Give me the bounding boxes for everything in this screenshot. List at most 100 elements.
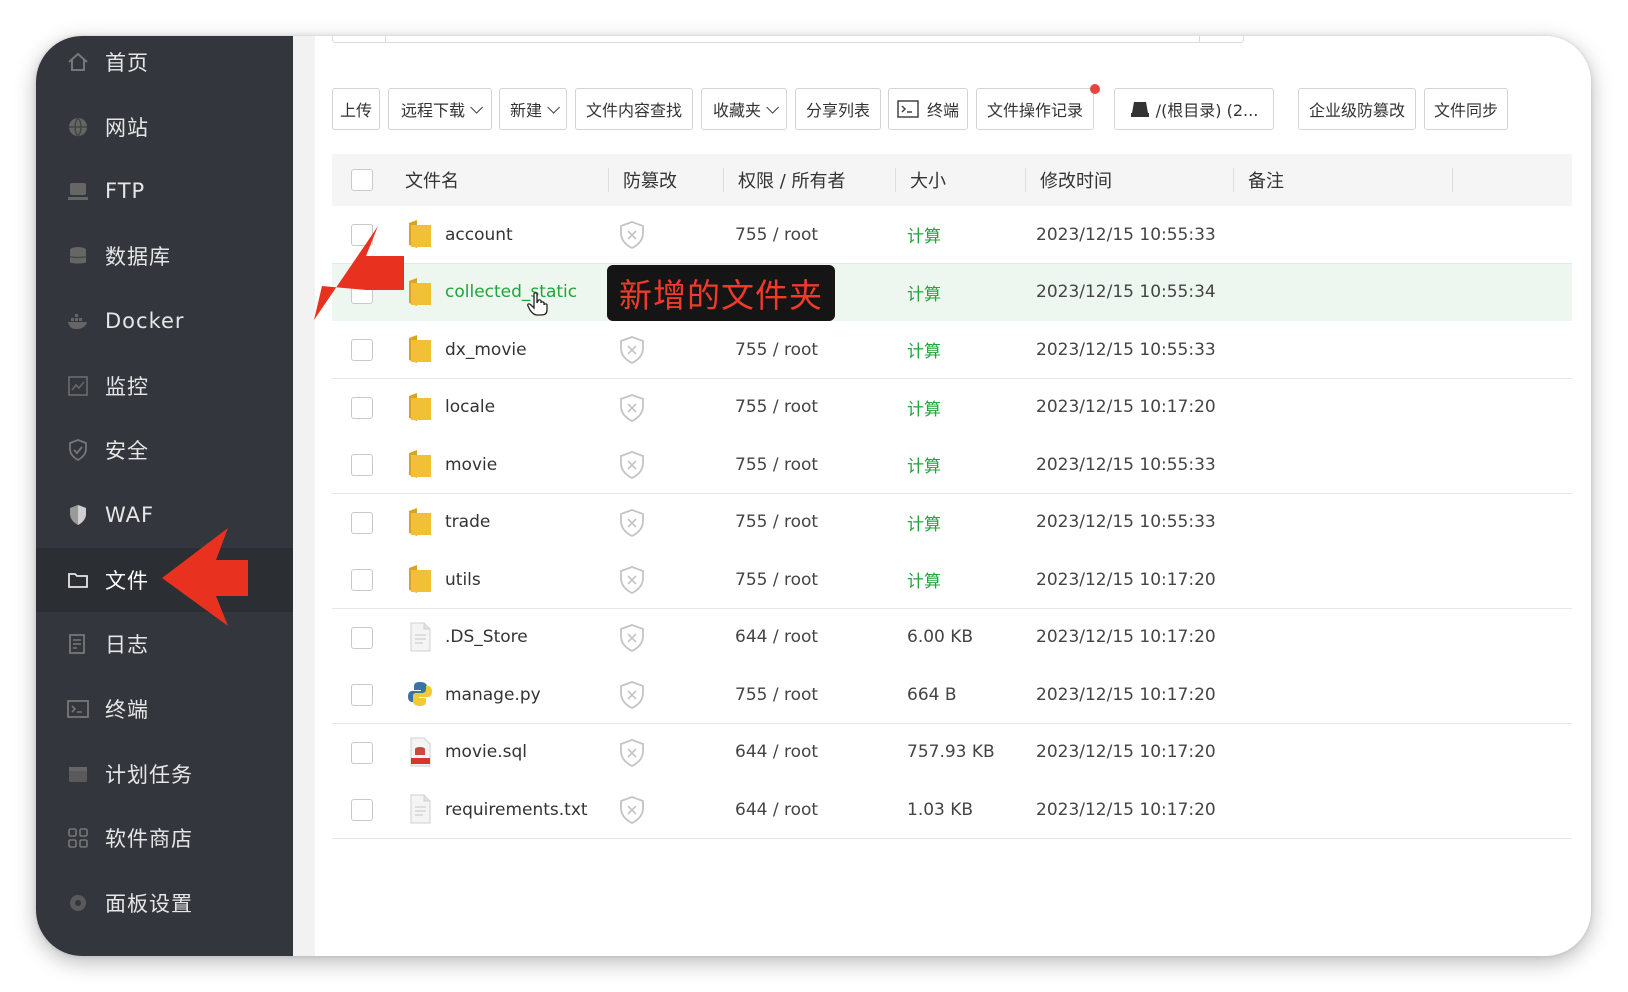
file-permission[interactable]: 755 / root [735,551,818,608]
file-name[interactable]: requirements.txt [445,781,588,838]
file-name[interactable]: locale [445,379,495,436]
sync-button[interactable]: 文件同步 [1424,88,1508,130]
file-name[interactable]: utils [445,551,481,608]
file-size[interactable]: 计算 [907,264,941,321]
file-size: 757.93 KB [907,742,995,762]
header-divider [895,168,896,192]
file-name[interactable]: dx_movie [445,321,527,378]
upload-button[interactable]: 上传 [332,88,380,130]
row-checkbox[interactable] [351,454,373,476]
file-permission[interactable]: 644 / root [735,724,818,781]
file-name[interactable]: movie.sql [445,724,527,781]
sidebar-gutter [293,36,315,956]
table-row[interactable]: movie 755 / root 计算 2023/12/15 10:55:33 [332,436,1572,494]
file-name[interactable]: trade [445,494,490,551]
sidebar-item-1[interactable]: 网站 [36,95,293,159]
terminal-icon [65,696,91,722]
sync-label: 文件同步 [1433,101,1498,120]
toolbar: 上传 远程下载 新建 文件内容查找 收藏夹 分享列表 终端 文件操作记录 /(根… [315,84,1591,132]
file-permission[interactable]: 755 / root [735,379,818,436]
sidebar-item-12[interactable]: 软件商店 [36,806,293,870]
remote-download-button[interactable]: 远程下载 [388,88,492,130]
header-name[interactable]: 文件名 [405,154,459,206]
row-checkbox[interactable] [351,626,373,649]
sidebar-item-2[interactable]: FTP [36,159,293,223]
op-log-button[interactable]: 文件操作记录 [976,88,1094,130]
file-permission[interactable]: 755 / root [735,321,818,378]
share-list-button[interactable]: 分享列表 [795,88,881,130]
table-row[interactable]: collected_static 计算 2023/12/15 10:55:34 [332,263,1572,322]
table-row[interactable]: account 755 / root 计算 2023/12/15 10:55:33 [332,206,1572,264]
file-size[interactable]: 计算 [907,321,941,378]
favorites-button[interactable]: 收藏夹 [701,88,787,130]
row-checkbox[interactable] [351,741,373,764]
file-size[interactable]: 计算 [907,206,941,263]
row-checkbox[interactable] [351,396,373,419]
waf-shield-icon [65,502,91,528]
sidebar-item-3[interactable]: 数据库 [36,224,293,288]
tamper-button[interactable]: 企业级防篡改 [1298,88,1416,130]
table-row[interactable]: trade 755 / root 计算 2023/12/15 10:55:33 [332,493,1572,552]
table-row[interactable]: .DS_Store 644 / root 6.00 KB 2023/12/15 10:… [332,608,1572,667]
file-name[interactable]: .DS_Store [445,609,528,666]
sidebar-item-4[interactable]: Docker [36,289,293,353]
file-name[interactable]: account [445,206,513,263]
remote-download-label: 远程下载 [400,101,465,120]
sidebar-item-13[interactable]: 面板设置 [36,871,293,935]
folder-icon [65,567,91,593]
sidebar-item-label: WAF [105,502,155,527]
file-permission[interactable]: 755 / root [735,494,818,551]
file-size[interactable]: 计算 [907,436,941,493]
file-permission[interactable]: 644 / root [735,781,818,838]
disk-button[interactable]: /(根目录) (2... [1114,88,1274,130]
file-name[interactable]: manage.py [445,666,541,723]
header-mtime[interactable]: 修改时间 [1040,154,1112,206]
file-size[interactable]: 计算 [907,379,941,436]
sidebar-item-label: 文件 [105,568,149,593]
table-row[interactable]: utils 755 / root 计算 2023/12/15 10:17:20 [332,551,1572,609]
terminal-button[interactable]: 终端 [888,88,968,130]
file-size[interactable]: 计算 [907,551,941,608]
sidebar-item-0[interactable]: 首页 [36,36,293,94]
row-checkbox[interactable] [351,569,373,591]
header-divider [1025,168,1026,192]
file-name[interactable]: movie [445,436,497,493]
file-mtime: 2023/12/15 10:17:20 [1036,799,1216,820]
content-search-button[interactable]: 文件内容查找 [575,88,693,130]
file-permission[interactable]: 755 / root [735,666,818,723]
path-bar[interactable] [332,36,1244,43]
header-size[interactable]: 大小 [910,154,946,206]
file-mtime: 2023/12/15 10:55:33 [1036,339,1216,360]
chevron-down-icon [547,100,560,114]
settings-icon [65,890,91,916]
sidebar-item-6[interactable]: 安全 [36,418,293,482]
file-permission[interactable]: 644 / root [735,609,818,666]
table-row[interactable]: manage.py 755 / root 664 B 2023/12/15 10:17… [332,666,1572,724]
row-checkbox[interactable] [351,339,373,361]
row-checkbox[interactable] [351,511,373,534]
file-mtime: 2023/12/15 10:55:33 [1036,224,1216,245]
file-name[interactable]: collected_static [445,264,577,321]
sidebar-item-10[interactable]: 终端 [36,677,293,741]
row-checkbox[interactable] [351,684,373,706]
sidebar-item-label: 面板设置 [105,892,193,917]
file-mtime: 2023/12/15 10:55:34 [1036,282,1216,302]
file-permission[interactable]: 755 / root [735,436,818,493]
header-permission[interactable]: 权限 / 所有者 [738,154,846,206]
file-permission[interactable]: 755 / root [735,206,818,263]
sidebar-item-11[interactable]: 计划任务 [36,742,293,806]
file-size: 664 B [907,684,957,705]
sidebar-item-label: 首页 [105,51,149,75]
header-tamper: 防篡改 [623,171,677,192]
table-row[interactable]: movie.sql 644 / root 757.93 KB 2023/12/15 1… [332,723,1572,782]
sidebar-item-5[interactable]: 监控 [36,354,293,418]
share-list-label: 分享列表 [805,101,870,120]
row-checkbox[interactable] [351,799,373,821]
new-button[interactable]: 新建 [499,88,567,130]
header-divider [723,168,724,192]
table-row[interactable]: dx_movie 755 / root 计算 2023/12/15 10:55:33 [332,321,1572,379]
table-row[interactable]: locale 755 / root 计算 2023/12/15 10:17:20 [332,378,1572,437]
table-row[interactable]: requirements.txt 644 / root 1.03 KB 2023/12… [332,781,1572,839]
select-all-checkbox[interactable] [351,169,373,191]
file-size[interactable]: 计算 [907,494,941,551]
